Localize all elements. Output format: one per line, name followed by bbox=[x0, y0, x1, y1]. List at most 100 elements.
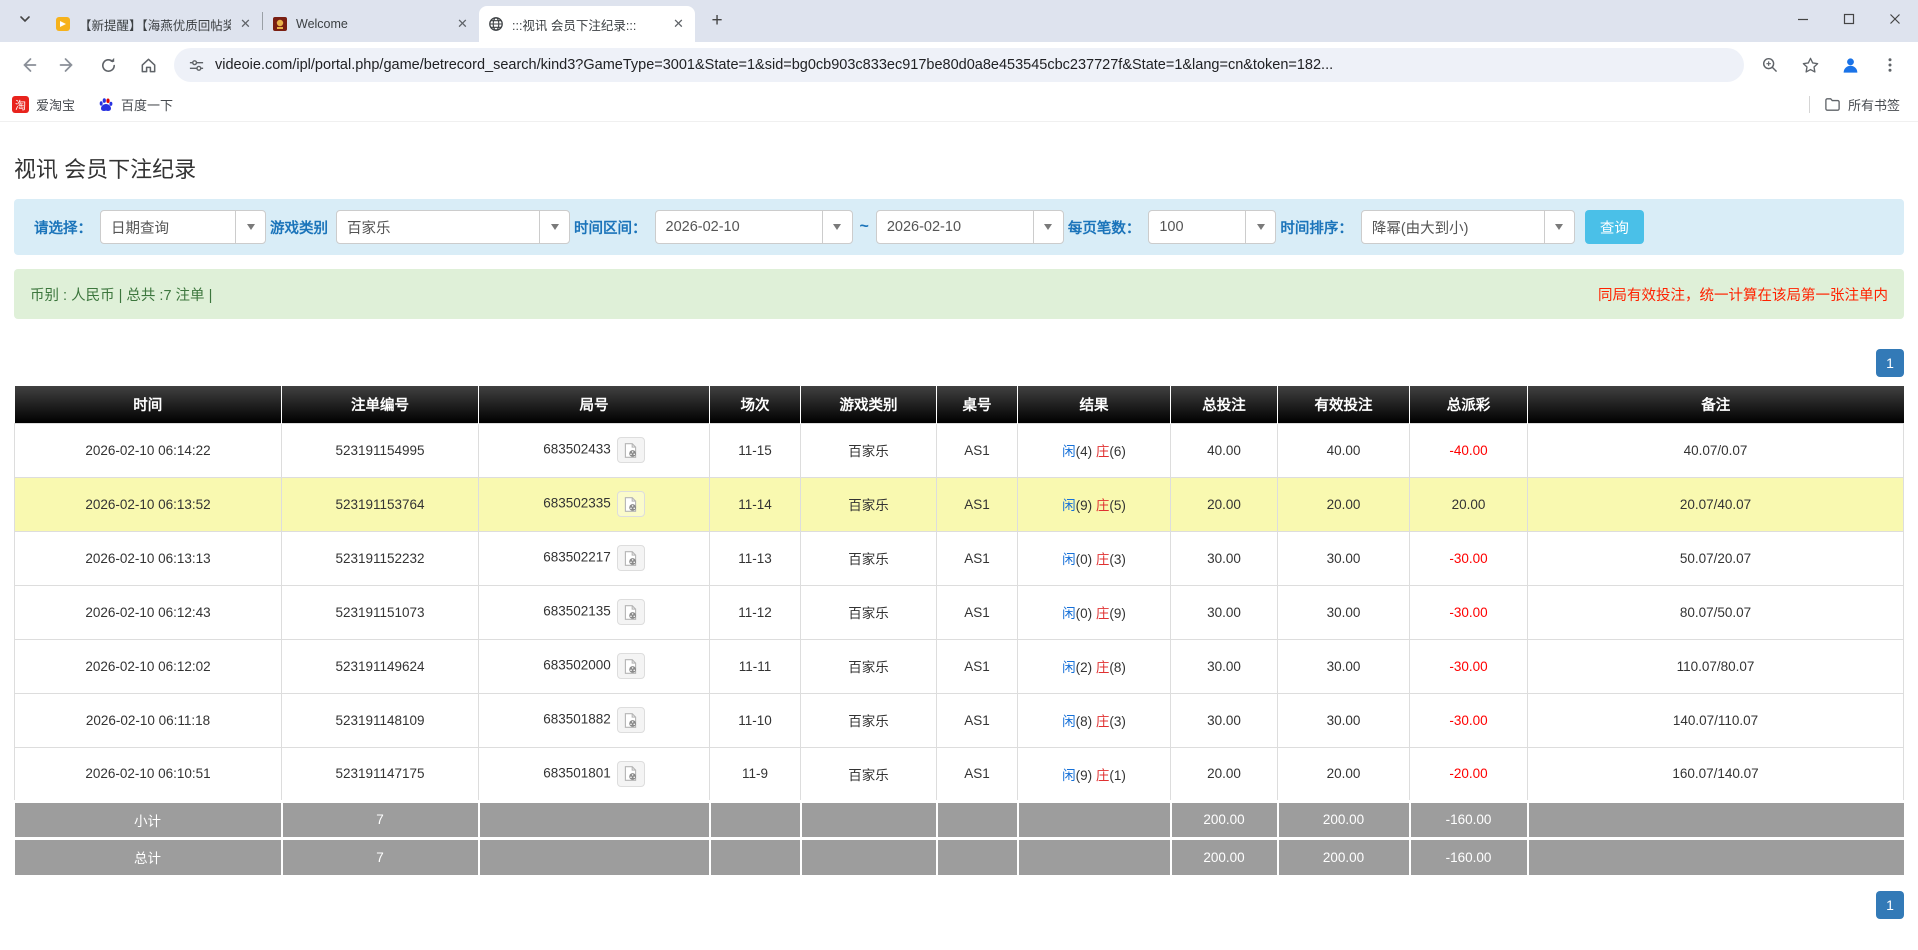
cell-round-id: 683502135 bbox=[479, 585, 710, 639]
cell-valid-bet: 20.00 bbox=[1278, 747, 1410, 801]
cell-session: 11-10 bbox=[710, 693, 801, 747]
page-content: 视讯 会员下注纪录 请选择： 日期查询 游戏类别 百家乐 时间区间： 2026-… bbox=[0, 152, 1918, 919]
cell-bet-id: 523191154995 bbox=[282, 423, 479, 477]
cell-round-id: 683502217 bbox=[479, 531, 710, 585]
table-row: 2026-02-10 06:10:51 523191147175 6835018… bbox=[15, 747, 1904, 801]
cell-session: 11-13 bbox=[710, 531, 801, 585]
maximize-button[interactable] bbox=[1826, 0, 1872, 38]
search-button[interactable]: 查询 bbox=[1585, 210, 1644, 244]
close-icon[interactable]: ✕ bbox=[670, 16, 687, 33]
cell-total-bet: 30.00 bbox=[1171, 693, 1278, 747]
cell-round-id: 683501882 bbox=[479, 693, 710, 747]
table-row: 2026-02-10 06:13:13 523191152232 6835022… bbox=[15, 531, 1904, 585]
crest-favicon bbox=[271, 16, 288, 33]
video-replay-icon[interactable] bbox=[617, 707, 645, 733]
cell-valid-bet: 30.00 bbox=[1278, 585, 1410, 639]
home-button[interactable] bbox=[131, 48, 165, 82]
close-icon[interactable]: ✕ bbox=[237, 16, 254, 33]
date-to-select[interactable]: 2026-02-10 bbox=[876, 210, 1064, 244]
sort-select[interactable]: 降幂(由大到小) bbox=[1361, 210, 1575, 244]
video-replay-icon[interactable] bbox=[617, 653, 645, 679]
tab-betrecord-active[interactable]: :::视讯 会员下注纪录::: ✕ bbox=[479, 6, 695, 42]
all-bookmarks-label: 所有书签 bbox=[1848, 95, 1900, 114]
cell-game: 百家乐 bbox=[801, 585, 937, 639]
cell-payout: -30.00 bbox=[1410, 585, 1528, 639]
forward-button[interactable] bbox=[51, 48, 85, 82]
bookmark-aitaobao[interactable]: 淘 爱淘宝 bbox=[12, 95, 75, 114]
site-info-icon[interactable] bbox=[188, 57, 205, 74]
col-time: 时间 bbox=[15, 386, 282, 423]
cell-bet-id: 523191149624 bbox=[282, 639, 479, 693]
caret-down-icon bbox=[1033, 211, 1063, 243]
cell-time: 2026-02-10 06:11:18 bbox=[15, 693, 282, 747]
page-1-button[interactable]: 1 bbox=[1876, 349, 1904, 377]
close-icon[interactable]: ✕ bbox=[454, 16, 471, 33]
video-replay-icon[interactable] bbox=[617, 761, 645, 787]
total-valid-bet: 200.00 bbox=[1278, 838, 1410, 875]
table-row: 2026-02-10 06:14:22 523191154995 6835024… bbox=[15, 423, 1904, 477]
tab-search-button[interactable] bbox=[8, 4, 42, 38]
subtotal-total-bet: 200.00 bbox=[1171, 801, 1278, 838]
cell-game: 百家乐 bbox=[801, 423, 937, 477]
cell-result: 闲(0) 庄(9) bbox=[1018, 585, 1171, 639]
cell-result: 闲(9) 庄(5) bbox=[1018, 477, 1171, 531]
profile-avatar[interactable] bbox=[1833, 48, 1867, 82]
video-replay-icon[interactable] bbox=[617, 599, 645, 625]
cell-time: 2026-02-10 06:10:51 bbox=[15, 747, 282, 801]
cell-bet-id: 523191151073 bbox=[282, 585, 479, 639]
cell-session: 11-14 bbox=[710, 477, 801, 531]
back-button[interactable] bbox=[11, 48, 45, 82]
cell-result: 闲(9) 庄(1) bbox=[1018, 747, 1171, 801]
new-tab-button[interactable]: + bbox=[703, 7, 731, 35]
taobao-icon: 淘 bbox=[12, 96, 29, 113]
subtotal-count: 7 bbox=[282, 801, 479, 838]
cell-note: 140.07/110.07 bbox=[1528, 693, 1904, 747]
tab-forum[interactable]: 【新提醒】【海燕优质回帖奖励 ✕ bbox=[46, 6, 262, 42]
video-replay-icon[interactable] bbox=[617, 437, 645, 463]
video-replay-icon[interactable] bbox=[617, 545, 645, 571]
page-1-button[interactable]: 1 bbox=[1876, 891, 1904, 919]
filter-bar: 请选择： 日期查询 游戏类别 百家乐 时间区间： 2026-02-10 ~ 20… bbox=[14, 199, 1904, 255]
window-controls bbox=[1780, 0, 1918, 38]
cell-table-no: AS1 bbox=[937, 639, 1018, 693]
currency-summary: 币别 : 人民币 | 总共 :7 注单 | bbox=[30, 284, 212, 305]
cell-round-id: 683502433 bbox=[479, 423, 710, 477]
browser-toolbar: videoie.com/ipl/portal.php/game/betrecor… bbox=[0, 42, 1918, 88]
bookmarks-bar: 淘 爱淘宝 百度一下 所有书签 bbox=[0, 88, 1918, 122]
cell-table-no: AS1 bbox=[937, 477, 1018, 531]
url-bar[interactable]: videoie.com/ipl/portal.php/game/betrecor… bbox=[174, 48, 1744, 82]
forum-favicon bbox=[54, 16, 71, 33]
cell-valid-bet: 30.00 bbox=[1278, 531, 1410, 585]
cell-session: 11-15 bbox=[710, 423, 801, 477]
cell-result: 闲(4) 庄(6) bbox=[1018, 423, 1171, 477]
date-from-select[interactable]: 2026-02-10 bbox=[655, 210, 853, 244]
menu-dots-icon[interactable] bbox=[1873, 48, 1907, 82]
cell-time: 2026-02-10 06:14:22 bbox=[15, 423, 282, 477]
minimize-button[interactable] bbox=[1780, 0, 1826, 38]
cell-note: 40.07/0.07 bbox=[1528, 423, 1904, 477]
sort-value: 降幂(由大到小) bbox=[1362, 211, 1544, 243]
zoom-icon[interactable] bbox=[1753, 48, 1787, 82]
cell-total-bet: 30.00 bbox=[1171, 639, 1278, 693]
cell-total-bet: 30.00 bbox=[1171, 585, 1278, 639]
cell-total-bet: 20.00 bbox=[1171, 747, 1278, 801]
close-window-button[interactable] bbox=[1872, 0, 1918, 38]
game-type-select[interactable]: 百家乐 bbox=[336, 210, 570, 244]
range-separator: ~ bbox=[860, 218, 869, 236]
caret-down-icon bbox=[1544, 211, 1574, 243]
bookmark-baidu[interactable]: 百度一下 bbox=[97, 95, 173, 114]
video-replay-icon[interactable] bbox=[617, 491, 645, 517]
per-page-select[interactable]: 100 bbox=[1148, 210, 1276, 244]
query-type-select[interactable]: 日期查询 bbox=[100, 210, 266, 244]
cell-game: 百家乐 bbox=[801, 531, 937, 585]
bookmark-star-icon[interactable] bbox=[1793, 48, 1827, 82]
cell-bet-id: 523191152232 bbox=[282, 531, 479, 585]
time-range-label: 时间区间： bbox=[574, 217, 647, 238]
table-row: 2026-02-10 06:13:52 523191153764 6835023… bbox=[15, 477, 1904, 531]
all-bookmarks-button[interactable]: 所有书签 bbox=[1824, 95, 1900, 114]
table-row: 2026-02-10 06:11:18 523191148109 6835018… bbox=[15, 693, 1904, 747]
reload-button[interactable] bbox=[91, 48, 125, 82]
table-row: 2026-02-10 06:12:02 523191149624 6835020… bbox=[15, 639, 1904, 693]
tab-welcome[interactable]: Welcome ✕ bbox=[263, 6, 479, 42]
globe-icon bbox=[487, 16, 504, 33]
